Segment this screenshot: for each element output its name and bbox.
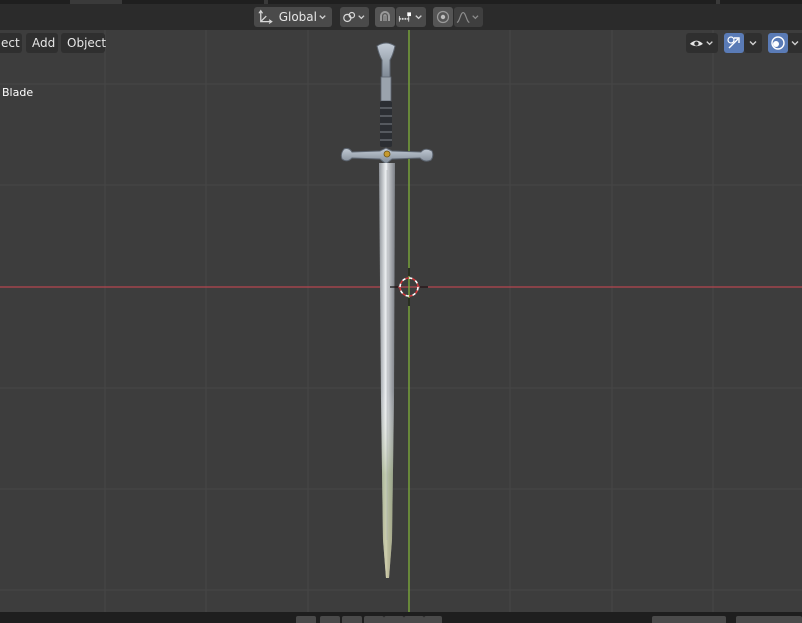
- tab-edge-1: [70, 0, 122, 4]
- overlay-options-dropdown[interactable]: [788, 33, 802, 53]
- viewport-canvas: [0, 30, 802, 612]
- pivot-point-icon: [343, 11, 356, 23]
- header-edge: [0, 0, 802, 4]
- object-visibility-dropdown[interactable]: [686, 33, 718, 53]
- menu-object-label: Object: [67, 36, 107, 50]
- 3d-viewport[interactable]: [0, 30, 802, 612]
- falloff-curve-icon: [456, 11, 470, 23]
- timeline-button[interactable]: [296, 616, 316, 623]
- gizmo-toggle-icon: [727, 36, 740, 49]
- sword-pommel: [376, 42, 396, 79]
- chevron-down-icon: [319, 15, 326, 20]
- chevron-down-icon: [415, 15, 422, 20]
- timeline-button[interactable]: [320, 616, 340, 623]
- transform-orientation-icon: [258, 9, 273, 24]
- viewport-grid: [0, 30, 802, 612]
- timeline-button[interactable]: [342, 616, 362, 623]
- chevron-down-icon: [706, 41, 713, 46]
- overlay-toggle-icon: [771, 36, 785, 50]
- timeline-button[interactable]: [364, 616, 384, 623]
- transform-orientation-dropdown[interactable]: Global: [254, 7, 332, 27]
- timeline-button[interactable]: [404, 616, 424, 623]
- chevron-down-icon: [358, 15, 365, 20]
- object-visibility-eye-icon: [689, 40, 703, 47]
- menu-select-label: ect: [1, 36, 20, 50]
- proportional-editing-button[interactable]: [433, 7, 453, 27]
- menu-add[interactable]: Add: [26, 33, 58, 53]
- viewport-header: Global: [0, 0, 802, 30]
- timeline-button[interactable]: [384, 616, 404, 623]
- pivot-point-dropdown[interactable]: [340, 7, 369, 27]
- chevron-down-icon: [791, 41, 799, 46]
- active-object-label: Blade: [2, 86, 34, 99]
- chevron-down-icon: [472, 15, 479, 20]
- timeline-field[interactable]: [652, 616, 726, 623]
- sword-grip: [380, 101, 392, 147]
- snap-toggle-button[interactable]: [375, 7, 395, 27]
- menu-object[interactable]: Object: [61, 33, 107, 53]
- snap-increment-icon: [398, 12, 412, 22]
- tab-edge-3: [716, 0, 720, 4]
- menu-select[interactable]: ect: [0, 33, 22, 53]
- timeline-button[interactable]: [424, 616, 442, 623]
- chevron-down-icon: [749, 41, 757, 46]
- timeline-header: [0, 612, 802, 623]
- menu-add-label: Add: [32, 36, 56, 50]
- gizmo-toggle-button[interactable]: [724, 33, 744, 53]
- sword-collar: [380, 76, 392, 102]
- overlay-toggle-button[interactable]: [768, 33, 788, 53]
- tab-edge-2: [264, 0, 268, 4]
- snap-element-dropdown[interactable]: [396, 7, 426, 27]
- timeline-field[interactable]: [736, 616, 802, 623]
- sword-model[interactable]: [340, 42, 434, 578]
- proportional-editing-icon: [436, 10, 450, 24]
- crossguard-gem: [383, 150, 391, 158]
- snap-magnet-icon: [380, 11, 390, 21]
- gizmo-options-dropdown[interactable]: [744, 33, 762, 53]
- transform-orientation-value: Global: [278, 10, 317, 24]
- falloff-dropdown[interactable]: [454, 7, 483, 27]
